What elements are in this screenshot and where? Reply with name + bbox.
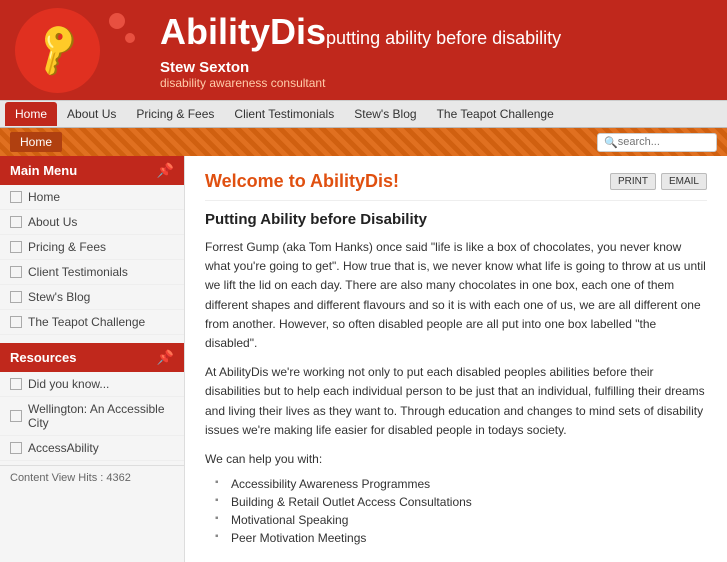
main-layout: Main Menu 📌 Home About Us Pricing & Fees… xyxy=(0,156,727,562)
resources-header: Resources 📌 xyxy=(0,343,184,372)
sidebar-label-wellington: Wellington: An Accessible City xyxy=(28,402,174,430)
sidebar-item-about[interactable]: About Us xyxy=(0,210,184,235)
key-icon: 🔑 xyxy=(26,19,89,81)
person-title: disability awareness consultant xyxy=(160,76,561,90)
sidebar-item-pricing[interactable]: Pricing & Fees xyxy=(0,235,184,260)
navbar: Home About Us Pricing & Fees Client Test… xyxy=(0,100,727,128)
nav-blog[interactable]: Stew's Blog xyxy=(344,102,426,126)
sidebar-item-testimonials[interactable]: Client Testimonials xyxy=(0,260,184,285)
logo-area: 🔑 xyxy=(15,8,145,93)
checkbox-teapot xyxy=(10,316,22,328)
welcome-title: Welcome to AbilityDis! xyxy=(205,171,605,192)
nav-home[interactable]: Home xyxy=(5,102,57,126)
checkbox-blog xyxy=(10,291,22,303)
help-intro: We can help you with: xyxy=(205,450,707,469)
logo-dot-small xyxy=(125,33,135,43)
sidebar-item-wellington[interactable]: Wellington: An Accessible City xyxy=(0,397,184,436)
email-button[interactable]: EMAIL xyxy=(661,173,707,190)
sidebar-item-didyouknow[interactable]: Did you know... xyxy=(0,372,184,397)
person-name: Stew Sexton xyxy=(160,59,561,76)
search-icon: 🔍 xyxy=(604,136,618,149)
help-item-3: Motivational Speaking xyxy=(215,511,707,529)
sidebar-item-blog[interactable]: Stew's Blog xyxy=(0,285,184,310)
content-paragraph2: At AbilityDis we're working not only to … xyxy=(205,363,707,440)
checkbox-pricing xyxy=(10,241,22,253)
content-view-counter: Content View Hits : 4362 xyxy=(0,465,184,490)
site-name: AbilityDisputting ability before disabil… xyxy=(160,11,561,53)
sidebar-label-didyouknow: Did you know... xyxy=(28,377,109,391)
checkbox-didyouknow xyxy=(10,378,22,390)
pin-icon: 📌 xyxy=(157,162,174,179)
checkbox-accessability xyxy=(10,442,22,454)
content-header: Welcome to AbilityDis! PRINT EMAIL xyxy=(205,171,707,201)
main-menu-header: Main Menu 📌 xyxy=(0,156,184,185)
search-box[interactable]: 🔍 xyxy=(597,133,717,152)
nav-pricing[interactable]: Pricing & Fees xyxy=(126,102,224,126)
sidebar-item-home[interactable]: Home xyxy=(0,185,184,210)
help-item-4: Peer Motivation Meetings xyxy=(215,529,707,547)
main-content: Welcome to AbilityDis! PRINT EMAIL Putti… xyxy=(185,156,727,562)
nav-teapot[interactable]: The Teapot Challenge xyxy=(427,102,564,126)
logo-circle: 🔑 xyxy=(15,8,100,93)
checkbox-about xyxy=(10,216,22,228)
checkbox-testimonials xyxy=(10,266,22,278)
help-item-2: Building & Retail Outlet Access Consulta… xyxy=(215,493,707,511)
sidebar-label-pricing: Pricing & Fees xyxy=(28,240,106,254)
breadcrumb-bar: Home 🔍 xyxy=(0,128,727,156)
sidebar-label-blog: Stew's Blog xyxy=(28,290,90,304)
site-tagline: putting ability before disability xyxy=(326,28,561,48)
site-title-block: AbilityDisputting ability before disabil… xyxy=(145,11,561,90)
logo-dot-large xyxy=(109,13,125,29)
nav-testimonials[interactable]: Client Testimonials xyxy=(224,102,344,126)
sidebar-label-testimonials: Client Testimonials xyxy=(28,265,128,279)
resources-section: Resources 📌 Did you know... Wellington: … xyxy=(0,343,184,461)
help-list: Accessibility Awareness Programmes Build… xyxy=(215,475,707,547)
content-paragraph1: Forrest Gump (aka Tom Hanks) once said "… xyxy=(205,238,707,353)
sidebar-label-teapot: The Teapot Challenge xyxy=(28,315,145,329)
site-header: 🔑 AbilityDisputting ability before disab… xyxy=(0,0,727,100)
checkbox-wellington xyxy=(10,410,22,422)
help-item-1: Accessibility Awareness Programmes xyxy=(215,475,707,493)
nav-about[interactable]: About Us xyxy=(57,102,126,126)
print-button[interactable]: PRINT xyxy=(610,173,656,190)
sidebar-label-accessability: AccessAbility xyxy=(28,441,99,455)
breadcrumb[interactable]: Home xyxy=(10,132,62,152)
sidebar: Main Menu 📌 Home About Us Pricing & Fees… xyxy=(0,156,185,562)
sidebar-label-about: About Us xyxy=(28,215,77,229)
sidebar-item-teapot[interactable]: The Teapot Challenge xyxy=(0,310,184,335)
sidebar-label-home: Home xyxy=(28,190,60,204)
resources-pin-icon: 📌 xyxy=(157,349,174,366)
help-section: We can help you with: Accessibility Awar… xyxy=(205,450,707,547)
content-subtitle: Putting Ability before Disability xyxy=(205,211,707,228)
search-input[interactable] xyxy=(618,136,708,148)
sidebar-item-accessability[interactable]: AccessAbility xyxy=(0,436,184,461)
checkbox-home xyxy=(10,191,22,203)
